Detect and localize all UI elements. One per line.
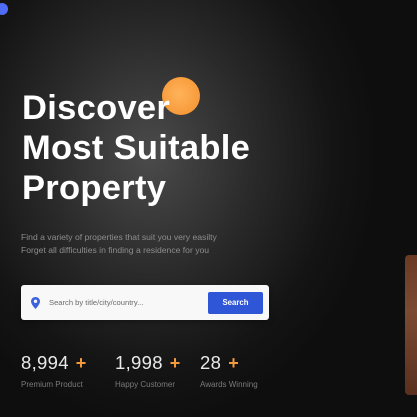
search-input[interactable] [49,291,208,314]
search-button[interactable]: Search [208,291,263,314]
stat-label: Happy Customer [115,380,176,389]
hero-subtitle-line: Forget all difficulties in finding a res… [21,245,210,255]
hero-title: Discover Most Suitable Property [22,88,342,208]
hero-subtitle: Find a variety of properties that suit y… [21,231,321,257]
location-pin-icon [30,296,40,309]
stats-row: 8,994 + Premium Product 1,998 + Happy Cu… [21,352,280,389]
stat-value: 28 [200,352,222,373]
stat-premium-product: 8,994 + Premium Product [21,352,115,389]
hero-section: Discover Most Suitable Property Find a v… [0,0,417,417]
hero-title-line: Discover [22,89,171,127]
stat-plus: + [169,353,181,373]
stat-plus: + [75,353,87,373]
stat-label: Premium Product [21,380,83,389]
stat-happy-customer: 1,998 + Happy Customer [115,352,200,389]
stat-plus: + [228,353,239,373]
stat-label: Awards Winning [200,380,258,389]
search-bar: Search [21,285,269,320]
hero-subtitle-line: Find a variety of properties that suit y… [21,232,217,242]
hero-image-edge [405,255,417,395]
logo-icon[interactable] [0,3,8,15]
hero-title-line: Most Suitable [22,129,251,167]
hero-title-line: Property [22,169,167,207]
stat-value: 8,994 [21,352,69,373]
stat-awards-winning: 28 + Awards Winning [200,352,280,389]
stat-value: 1,998 [115,352,163,373]
